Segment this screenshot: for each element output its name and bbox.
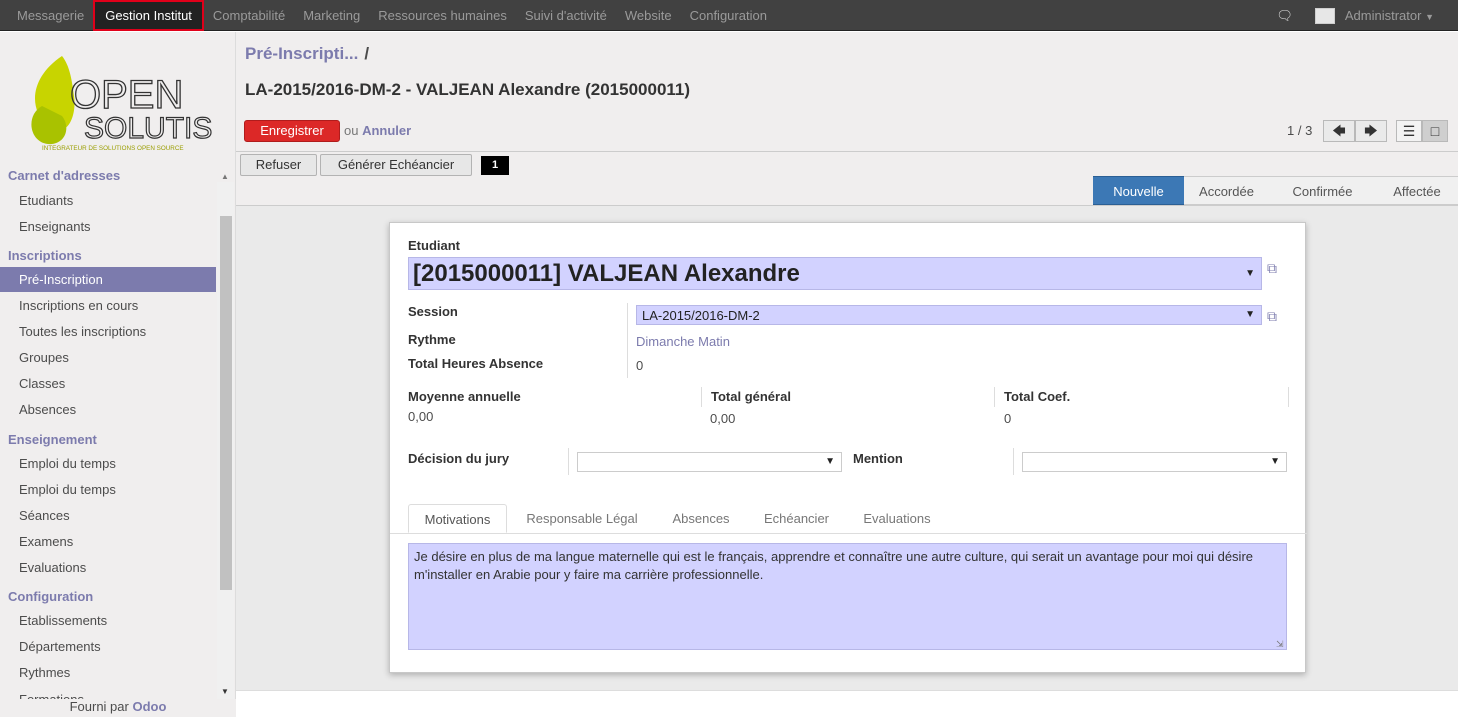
jury-decision-label: Décision du jury [408, 451, 510, 466]
dropdown-caret-icon: ▼ [1270, 456, 1280, 467]
bottom-area [236, 690, 1458, 717]
student-label: Etudiant [408, 238, 460, 253]
tabs-divider [390, 533, 1307, 534]
tab-responsable-legal[interactable]: Responsable Légal [512, 504, 652, 533]
external-link-icon[interactable]: ⧉ [1267, 308, 1285, 324]
dropdown-caret-icon: ▼ [825, 456, 835, 467]
tab-absences[interactable]: Absences [656, 504, 746, 533]
motivation-textarea[interactable]: Je désire en plus de ma langue maternell… [408, 543, 1287, 650]
field-divider [701, 387, 702, 407]
field-divider [1288, 387, 1289, 407]
field-divider [627, 303, 628, 378]
annual-average-value: 0,00 [408, 409, 434, 424]
field-divider [568, 448, 569, 475]
total-coef-value: 0 [1004, 411, 1012, 426]
rhythm-label: Rythme [408, 332, 456, 347]
absence-hours-label: Total Heures Absence [408, 356, 544, 371]
tab-evaluations[interactable]: Evaluations [847, 504, 947, 533]
total-general-value: 0,00 [710, 411, 736, 426]
absence-hours-value: 0 [636, 358, 644, 373]
resize-handle-icon[interactable]: ⇲ [1276, 639, 1284, 650]
session-field[interactable]: LA-2015/2016-DM-2 ▼ [636, 305, 1262, 325]
rhythm-link[interactable]: Dimanche Matin [636, 334, 730, 349]
mention-select[interactable]: ▼ [1022, 452, 1287, 472]
session-label: Session [408, 304, 458, 319]
form-sheet: Etudiant [2015000011] VALJEAN Alexandre … [389, 222, 1307, 673]
student-value: [2015000011] VALJEAN Alexandre [413, 260, 800, 287]
session-value: LA-2015/2016-DM-2 [642, 308, 760, 323]
tab-echeancier[interactable]: Echéancier [750, 504, 843, 533]
dropdown-caret-icon: ▼ [1245, 309, 1255, 320]
student-field[interactable]: [2015000011] VALJEAN Alexandre ▼ [408, 257, 1262, 290]
external-link-icon[interactable]: ⧉ [1267, 260, 1285, 276]
tab-motivations[interactable]: Motivations [408, 504, 507, 533]
total-general-label: Total général [711, 389, 791, 404]
field-divider [994, 387, 995, 407]
field-divider [1013, 448, 1014, 475]
jury-decision-select[interactable]: ▼ [577, 452, 842, 472]
annual-average-label: Moyenne annuelle [408, 389, 521, 404]
total-coef-label: Total Coef. [1004, 389, 1071, 404]
mention-label: Mention [853, 451, 903, 466]
dropdown-caret-icon: ▼ [1245, 268, 1255, 279]
